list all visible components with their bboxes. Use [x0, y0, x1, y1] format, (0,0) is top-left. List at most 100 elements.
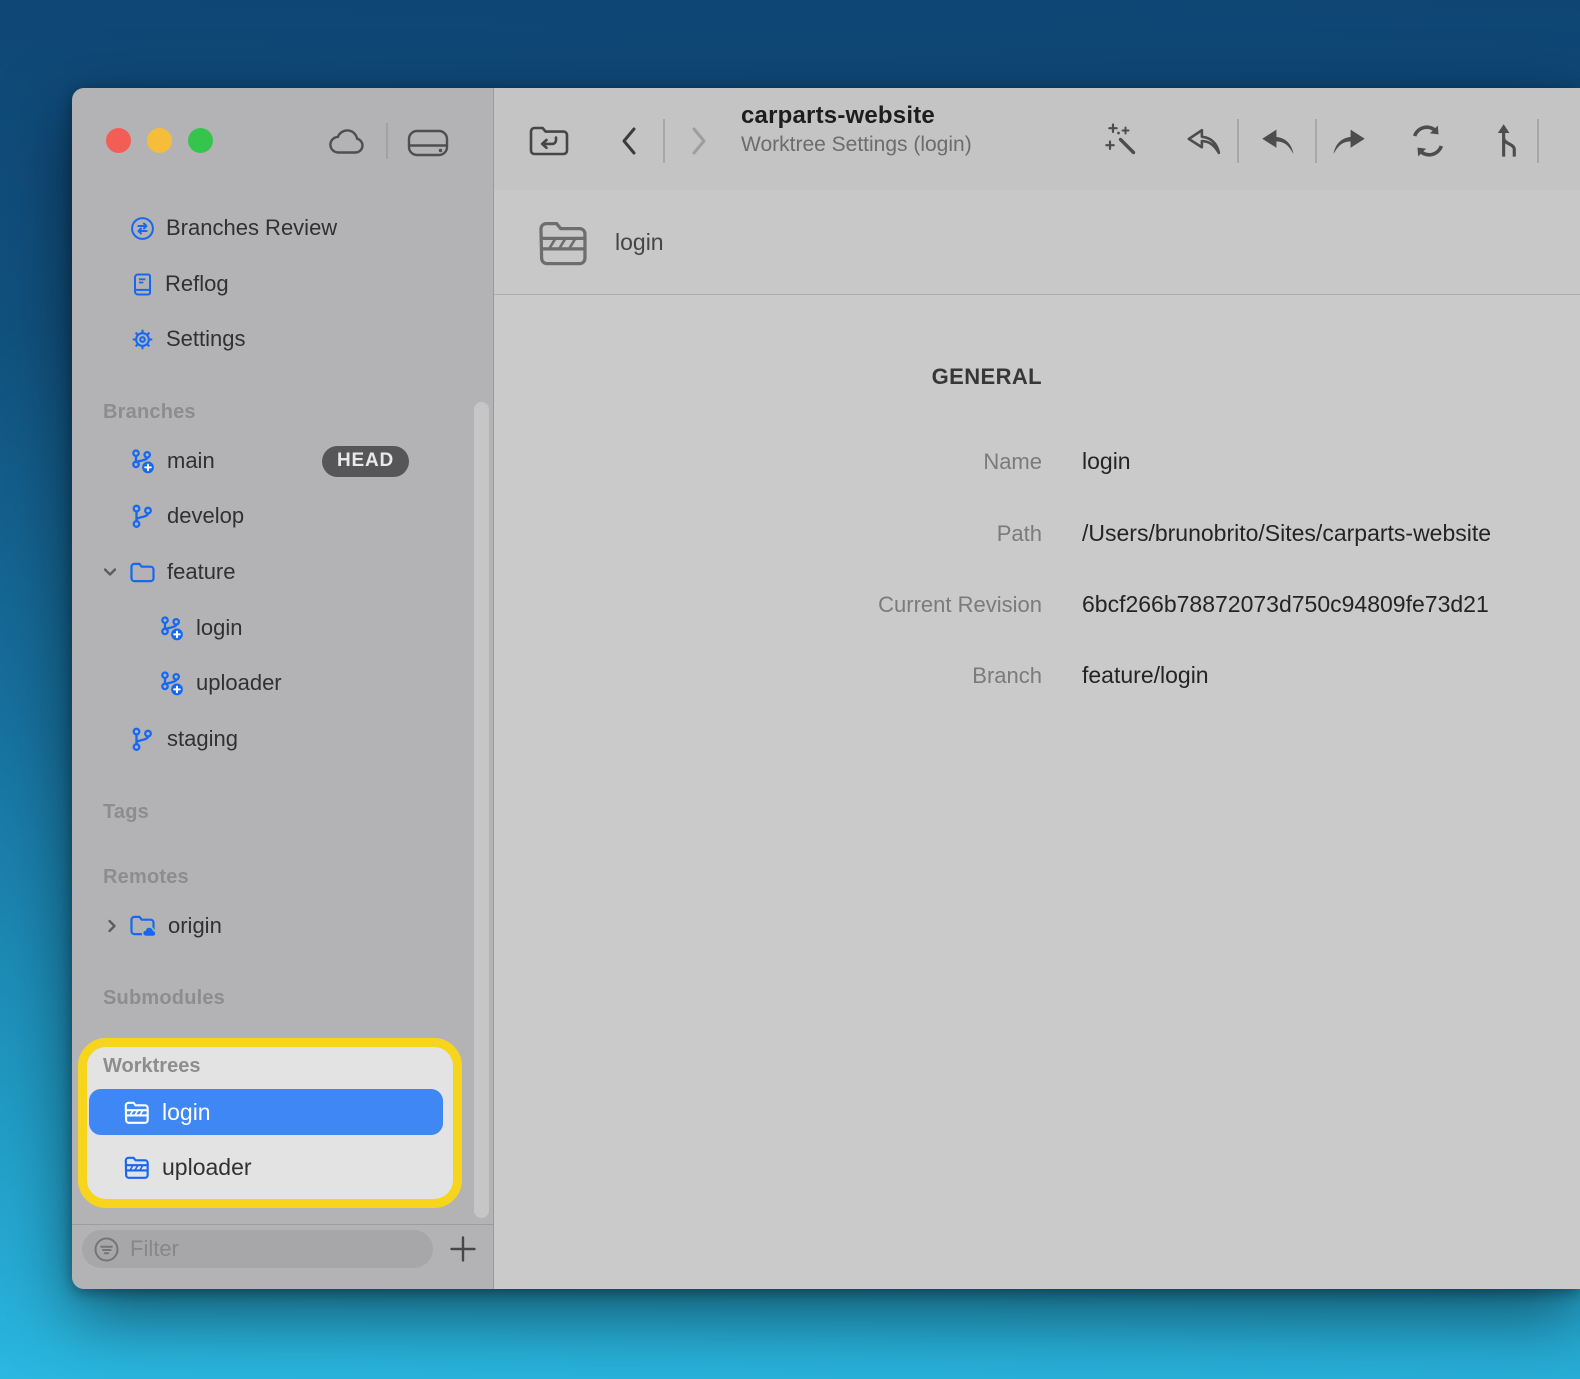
plus-icon: [447, 1233, 479, 1265]
folder-cloud-icon: [129, 914, 157, 938]
chevron-left-icon: [615, 121, 643, 161]
field-label: Branch: [494, 663, 1042, 689]
field-label: Current Revision: [494, 592, 1042, 618]
close-window-button[interactable]: [106, 128, 131, 153]
repository-title: carparts-website: [741, 102, 972, 130]
local-repositories-button[interactable]: [404, 120, 452, 164]
branch-folder-feature[interactable]: feature: [72, 544, 493, 600]
toolbar-title-block: carparts-website Worktree Settings (logi…: [741, 102, 972, 157]
general-section-heading: GENERAL: [494, 364, 1042, 390]
chevron-right-icon[interactable]: [102, 916, 122, 936]
branch-label: feature: [167, 559, 236, 585]
sidebar-item-label: Settings: [166, 326, 246, 352]
filter-bar-divider: [72, 1224, 493, 1225]
branch-item-develop[interactable]: develop: [72, 488, 493, 544]
worktree-icon: [123, 1099, 151, 1125]
section-header-branches: Branches: [72, 398, 493, 426]
history-back-button[interactable]: [615, 121, 643, 161]
section-header-worktrees: Worktrees: [103, 1055, 200, 1078]
sidebar-item-label: Reflog: [165, 271, 229, 297]
settings-panel: GENERAL Name login Path /Users/brunobrit…: [494, 296, 1580, 1289]
field-label: Path: [494, 521, 1042, 547]
worktree-icon-large: [535, 216, 592, 268]
worktree-item-uploader[interactable]: uploader: [89, 1144, 443, 1190]
branch-item-staging[interactable]: staging: [72, 711, 493, 767]
worktree-header: login: [494, 190, 1580, 295]
worktree-label: login: [162, 1099, 211, 1126]
reflog-icon: [130, 272, 154, 297]
sidebar-scrollbar-thumb[interactable]: [474, 402, 489, 1218]
field-value: feature/login: [1082, 662, 1209, 689]
filter-icon: [93, 1236, 120, 1263]
sidebar-item-label: Branches Review: [166, 215, 337, 241]
section-header-remotes: Remotes: [72, 863, 493, 891]
remote-item-origin[interactable]: origin: [72, 898, 493, 954]
head-badge: HEAD: [322, 446, 409, 477]
desktop-background: Branches Review Reflog Settings Branches: [0, 0, 1580, 1379]
toolbar-divider: [1537, 119, 1539, 163]
field-label: Name: [494, 449, 1042, 475]
section-header-tags: Tags: [72, 798, 493, 826]
toolbar: carparts-website Worktree Settings (logi…: [494, 88, 1580, 190]
branch-label: uploader: [196, 670, 282, 696]
sidebar-item-reflog[interactable]: Reflog: [72, 256, 493, 312]
add-worktree-button[interactable]: [444, 1230, 482, 1268]
pull-button[interactable]: [1257, 124, 1297, 158]
branch-label: develop: [167, 503, 244, 529]
checkout-arrow-icon: [1183, 124, 1223, 158]
section-header-submodules: Submodules: [72, 984, 493, 1012]
push-arrow-icon: [1330, 124, 1370, 158]
app-window: Branches Review Reflog Settings Branches: [72, 88, 1580, 1289]
worktree-header-title: login: [615, 229, 664, 256]
magic-wand-icon: [1102, 121, 1142, 161]
branch-item-main[interactable]: main HEAD: [72, 433, 493, 489]
field-value: login: [1082, 448, 1131, 475]
worktree-item-login[interactable]: login: [89, 1089, 443, 1135]
chevron-down-icon[interactable]: [100, 562, 120, 582]
push-button[interactable]: [1330, 124, 1370, 158]
toolbar-subtitle: Worktree Settings (login): [741, 133, 972, 157]
filter-field[interactable]: [82, 1230, 433, 1268]
field-value: 6bcf266b78872073d750c94809fe73d21: [1082, 591, 1489, 618]
folder-return-icon: [527, 122, 571, 160]
zoom-window-button[interactable]: [188, 128, 213, 153]
branch-item-feature-uploader[interactable]: uploader: [72, 655, 493, 711]
settings-gear-icon: [130, 327, 155, 352]
field-row-path: Path /Users/brunobrito/Sites/carparts-we…: [494, 520, 1580, 547]
branch-label: staging: [167, 726, 238, 752]
branch-label: login: [196, 615, 242, 641]
field-value: /Users/brunobrito/Sites/carparts-website: [1082, 520, 1491, 547]
field-row-current-revision: Current Revision 6bcf266b78872073d750c94…: [494, 591, 1580, 618]
hard-drive-icon: [407, 127, 449, 158]
content-area: carparts-website Worktree Settings (logi…: [494, 88, 1580, 1289]
branch-plus-icon: [158, 670, 185, 697]
branch-label: main: [167, 448, 215, 474]
toolbar-divider: [1315, 119, 1317, 163]
fetch-sync-button[interactable]: [1408, 123, 1448, 159]
pull-arrow-icon: [1257, 124, 1297, 158]
sidebar: Branches Review Reflog Settings Branches: [72, 88, 493, 1289]
close-worktree-settings-button[interactable]: [527, 122, 571, 160]
merge-button[interactable]: [1493, 122, 1521, 160]
branch-plus-icon: [129, 448, 156, 475]
sidebar-item-settings[interactable]: Settings: [72, 311, 493, 367]
branch-icon: [129, 503, 156, 530]
branch-plus-icon: [158, 615, 185, 642]
checkout-button[interactable]: [1183, 124, 1223, 158]
field-row-branch: Branch feature/login: [494, 662, 1580, 689]
minimize-window-button[interactable]: [147, 128, 172, 153]
sidebar-item-branches-review[interactable]: Branches Review: [72, 200, 493, 256]
filter-input[interactable]: [130, 1236, 433, 1262]
history-forward-button[interactable]: [685, 121, 713, 161]
worktree-icon: [123, 1154, 151, 1180]
toolbar-divider: [1237, 119, 1239, 163]
sidebar-toolbar-divider: [386, 123, 388, 159]
merge-arrow-icon: [1493, 122, 1521, 160]
field-row-name: Name login: [494, 448, 1580, 475]
quick-actions-button[interactable]: [1102, 121, 1142, 161]
branch-item-feature-login[interactable]: login: [72, 600, 493, 656]
cloud-services-button[interactable]: [324, 120, 372, 164]
remote-label: origin: [168, 913, 222, 939]
worktrees-highlight-box: Worktrees login uploader: [78, 1038, 462, 1208]
branches-review-icon: [130, 216, 155, 241]
